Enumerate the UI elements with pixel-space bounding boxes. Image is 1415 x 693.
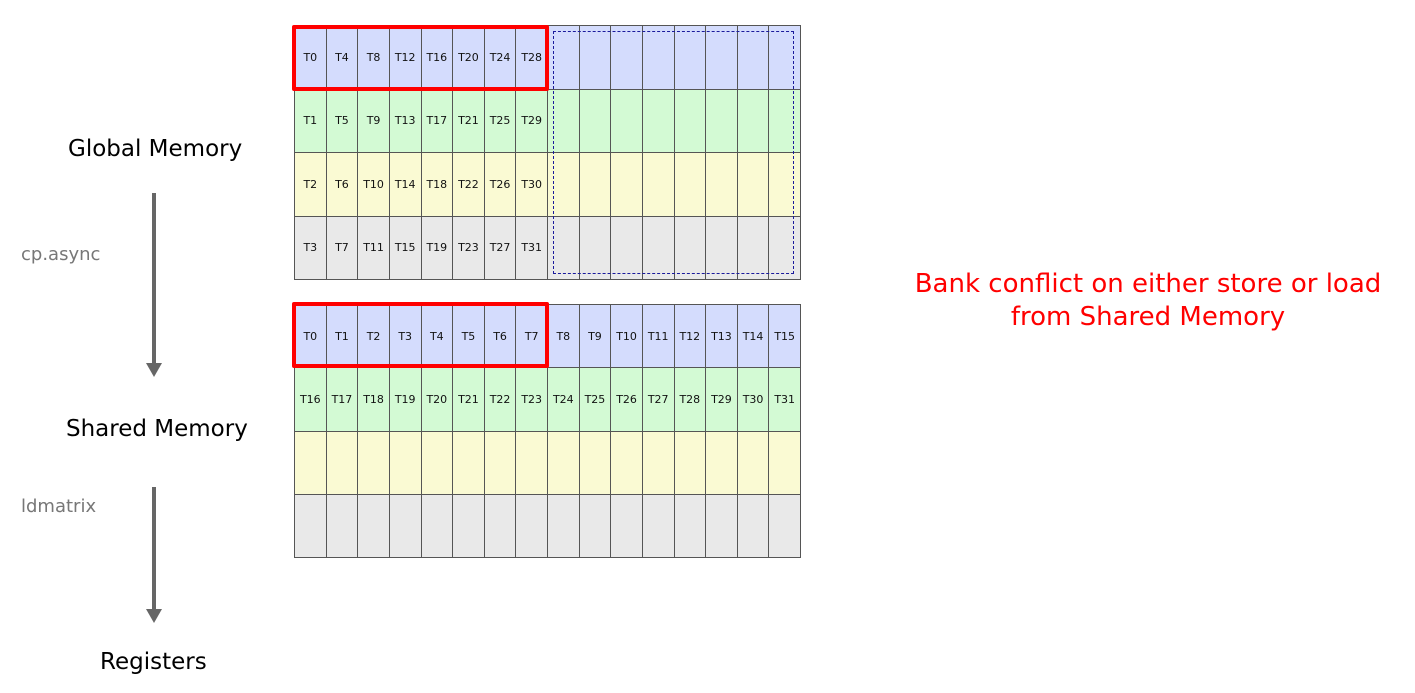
global-memory-cell: T18 [421,153,454,217]
shared-memory-cell [421,494,454,558]
shared-memory-cell [769,494,801,558]
shared-memory-cell [326,494,359,558]
shared-memory-cell [453,494,485,558]
shared-memory-cell: T31 [769,368,801,432]
shared-memory-cell: T11 [642,305,675,369]
shared-memory-cell [295,494,327,558]
shared-memory-cell [579,494,612,558]
global-memory-cell: T21 [453,89,485,153]
global-memory-cell: T31 [516,216,548,280]
shared-memory-cell [326,431,359,495]
shared-memory-cell: T14 [737,305,770,369]
note-line-2: from Shared Memory [1010,302,1286,332]
shared-memory-cell: T15 [769,305,801,369]
global-memory-cell: T6 [326,153,359,217]
shared-memory-cell [706,431,738,495]
shared-memory-cell: T27 [642,368,675,432]
shared-memory-cell [737,431,770,495]
global-memory-cell: T3 [295,216,327,280]
shared-memory-cell: T10 [611,305,643,369]
registers-label: Registers [100,649,207,675]
shared-memory-cell [611,494,643,558]
global-memory-cell: T2 [295,153,327,217]
shared-memory-cell [706,494,738,558]
shared-memory-cell: T19 [389,368,422,432]
shared-memory-cell: T12 [674,305,707,369]
global-memory-cell: T26 [484,153,517,217]
shared-memory-cell [516,494,548,558]
shared-memory-cell: T20 [421,368,454,432]
shared-memory-label: Shared Memory [66,416,248,442]
shared-memory-cell [611,431,643,495]
global-memory-label: Global Memory [68,136,243,162]
shared-memory-cell [642,494,675,558]
shared-memory-cell: T16 [295,368,327,432]
shared-memory-cell: T28 [674,368,707,432]
cp-async-label: cp.async [21,244,101,265]
shared-memory-cell [548,431,580,495]
global-memory-cell: T17 [421,89,454,153]
global-memory-cell: T14 [389,153,422,217]
shared-memory-cell: T23 [516,368,548,432]
shared-memory-cell: T22 [484,368,517,432]
global-highlight-box [292,25,549,91]
shared-memory-cell [484,494,517,558]
global-memory-cell: T5 [326,89,359,153]
shared-memory-cell [642,431,675,495]
shared-memory-cell: T9 [579,305,612,369]
shared-memory-cell [389,494,422,558]
shared-memory-cell: T26 [611,368,643,432]
shared-memory-cell: T8 [548,305,580,369]
shared-memory-cell [358,494,390,558]
global-memory-cell: T7 [326,216,359,280]
shared-memory-cell [421,431,454,495]
shared-memory-cell: T17 [326,368,359,432]
shared-memory-cell [389,431,422,495]
shared-memory-cell: T25 [579,368,612,432]
global-memory-cell: T22 [453,153,485,217]
shared-memory-cell: T13 [706,305,738,369]
bank-conflict-note: Bank conflict on either store or load fr… [895,268,1401,334]
global-memory-cell: T1 [295,89,327,153]
note-line-1: Bank conflict on either store or load [914,269,1382,299]
global-memory-cell: T15 [389,216,422,280]
shared-memory-cell [453,431,485,495]
global-memory-cell: T23 [453,216,485,280]
shared-memory-cell [548,494,580,558]
global-memory-cell: T11 [358,216,390,280]
shared-memory-cell [674,494,707,558]
shared-memory-cell [769,431,801,495]
global-memory-cell: T13 [389,89,422,153]
shared-memory-cell: T24 [548,368,580,432]
global-memory-cell: T10 [358,153,390,217]
shared-memory-cell [484,431,517,495]
global-memory-cell: T19 [421,216,454,280]
global-memory-cell: T29 [516,89,548,153]
shared-memory-cell [579,431,612,495]
global-memory-cell: T25 [484,89,517,153]
shared-memory-cell [674,431,707,495]
shared-memory-cell: T18 [358,368,390,432]
shared-memory-cell: T29 [706,368,738,432]
unused-region-outline [553,31,794,274]
ldmatrix-label: ldmatrix [21,496,97,517]
shared-highlight-box [292,302,549,368]
global-memory-cell: T30 [516,153,548,217]
global-memory-cell: T9 [358,89,390,153]
global-memory-cell: T27 [484,216,517,280]
shared-memory-cell: T21 [453,368,485,432]
shared-memory-cell [516,431,548,495]
shared-memory-cell: T30 [737,368,770,432]
shared-memory-cell [737,494,770,558]
shared-memory-cell [295,431,327,495]
shared-memory-cell [358,431,390,495]
